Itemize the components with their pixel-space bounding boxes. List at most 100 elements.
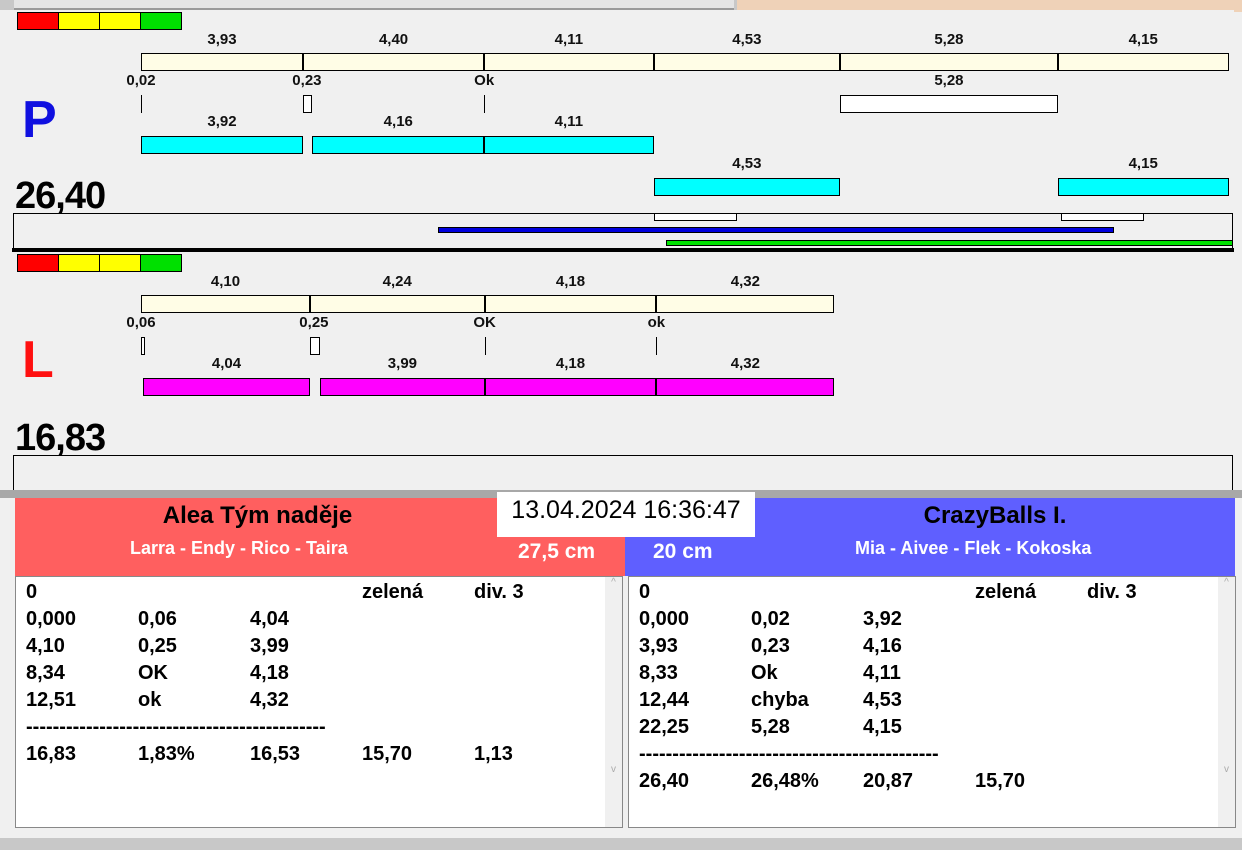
list-cell: 0,000 [26, 608, 77, 630]
marker-line [141, 95, 142, 113]
status-red [17, 12, 59, 30]
scrollbar[interactable]: ^ v [605, 577, 622, 827]
list-cell: ----------------------------------------… [639, 743, 939, 765]
list-cell: 22,25 [639, 716, 690, 738]
list-cell: div. 3 [474, 581, 524, 603]
list-cell: 5,28 [751, 716, 790, 738]
timeline-green-line [666, 240, 1233, 246]
ruler-label: 3,93 [207, 31, 237, 48]
list-cell: 1,83% [138, 743, 195, 765]
tabs[interactable] [14, 0, 734, 10]
ruler-segment [653, 53, 841, 71]
marker-label: 5,28 [934, 72, 964, 89]
left-team-name: Alea Tým naděje [162, 502, 353, 529]
run-bar [312, 136, 485, 154]
ruler-segment [840, 53, 1058, 71]
marker-line [484, 337, 486, 355]
list-cell: 26,48% [751, 770, 819, 792]
run-bar [1057, 178, 1229, 196]
ruler-segment [309, 295, 485, 313]
marker-label: 0,23 [292, 72, 322, 89]
list-cell: div. 3 [1087, 581, 1137, 603]
left-results-list[interactable]: ^ v 0 zelená div. 3 0,000 0,06 4,04 4,10 0,25 3,99… [15, 576, 623, 828]
datetime: 13.04.2024 16:36:47 [497, 492, 755, 537]
list-cell: 1,13 [474, 743, 513, 765]
list-cell: 0,02 [751, 608, 790, 630]
list-cell: 15,70 [362, 743, 413, 765]
lane-p-panel: P 26,40 3,93 4,40 4,11 4,53 5,28 4,15 0,02 0,23 Ok… [12, 10, 1234, 249]
ruler-segment [302, 53, 485, 71]
status-yellow [58, 12, 100, 30]
list-cell: ----------------------------------------… [26, 716, 326, 738]
timeline-blue-line [438, 227, 1114, 233]
list-cell: 20,87 [863, 770, 914, 792]
list-cell: 4,10 [26, 635, 65, 657]
marker-label: 0,06 [126, 314, 156, 331]
run-bar-label: 3,92 [207, 113, 237, 130]
list-cell: OK [138, 662, 168, 684]
marker-line [656, 337, 658, 355]
list-cell: ok [138, 689, 162, 711]
marker-box [840, 95, 1058, 113]
marker-box [302, 95, 313, 113]
list-cell: 0,000 [639, 608, 690, 630]
list-cell: chyba [751, 689, 809, 711]
status-green [140, 254, 182, 272]
list-cell: 4,16 [863, 635, 902, 657]
lane-letter: L [22, 331, 54, 389]
list-cell: 0,23 [751, 635, 790, 657]
run-bar-label: 4,18 [555, 355, 586, 372]
marker-label: Ok [474, 72, 495, 89]
ruler-label: 4,11 [554, 31, 584, 48]
left-team-members: Larra - Endy - Rico - Taira [130, 538, 348, 558]
lane-letter: P [22, 91, 57, 149]
scrollbar[interactable]: ^ v [1218, 577, 1235, 827]
marker-label: OK [473, 314, 496, 331]
run-bar [484, 378, 657, 396]
right-team-members: Mia - Aivee - Flek - Kokoska [855, 538, 1092, 558]
list-cell: 15,70 [975, 770, 1026, 792]
marker-label: ok [647, 314, 666, 331]
right-team-name: CrazyBalls I. [923, 502, 1067, 529]
list-cell: 8,33 [639, 662, 678, 684]
marker-box [309, 337, 321, 355]
marker-label: 0,25 [299, 314, 329, 331]
list-cell: 12,51 [26, 689, 77, 711]
status-yellow [99, 254, 141, 272]
list-cell: 4,11 [863, 662, 901, 684]
lane-total: 26,40 [15, 175, 106, 217]
ruler-label: 4,15 [1128, 31, 1158, 48]
list-cell: 4,53 [863, 689, 902, 711]
lane-total: 16,83 [15, 417, 106, 459]
ruler-segment [141, 295, 310, 313]
ruler-segment [484, 53, 654, 71]
run-bar [141, 136, 303, 154]
list-cell: 3,99 [250, 635, 289, 657]
run-bar-label: 4,11 [554, 113, 584, 130]
run-bar [656, 378, 835, 396]
marker-box [141, 337, 145, 355]
status-green [140, 12, 182, 30]
list-cell: 3,93 [639, 635, 678, 657]
list-cell: 0,25 [138, 635, 177, 657]
list-cell: 4,32 [250, 689, 289, 711]
status-yellow [99, 12, 141, 30]
list-cell: 4,15 [863, 716, 902, 738]
run-bar-label: 4,53 [732, 155, 762, 172]
list-cell: 0 [639, 581, 651, 603]
status-red [17, 254, 59, 272]
left-team-height: 27,5 cm [518, 540, 596, 563]
ruler-label: 4,18 [555, 273, 586, 290]
ruler-segment [1057, 53, 1229, 71]
ruler-label: 4,53 [732, 31, 762, 48]
run-bar-label: 4,04 [211, 355, 242, 372]
list-cell: 0 [26, 581, 38, 603]
run-bar [143, 378, 310, 396]
status-strip [0, 838, 1242, 850]
right-team-height: 20 cm [653, 540, 713, 563]
ruler-label: 4,40 [378, 31, 409, 48]
marker-label: 0,02 [126, 72, 156, 89]
right-results-list[interactable]: ^ v 0 zelená div. 3 0,000 0,02 3,92 3,93 0,23 4,16… [628, 576, 1236, 828]
list-cell: 12,44 [639, 689, 690, 711]
list-cell: zelená [975, 581, 1037, 603]
